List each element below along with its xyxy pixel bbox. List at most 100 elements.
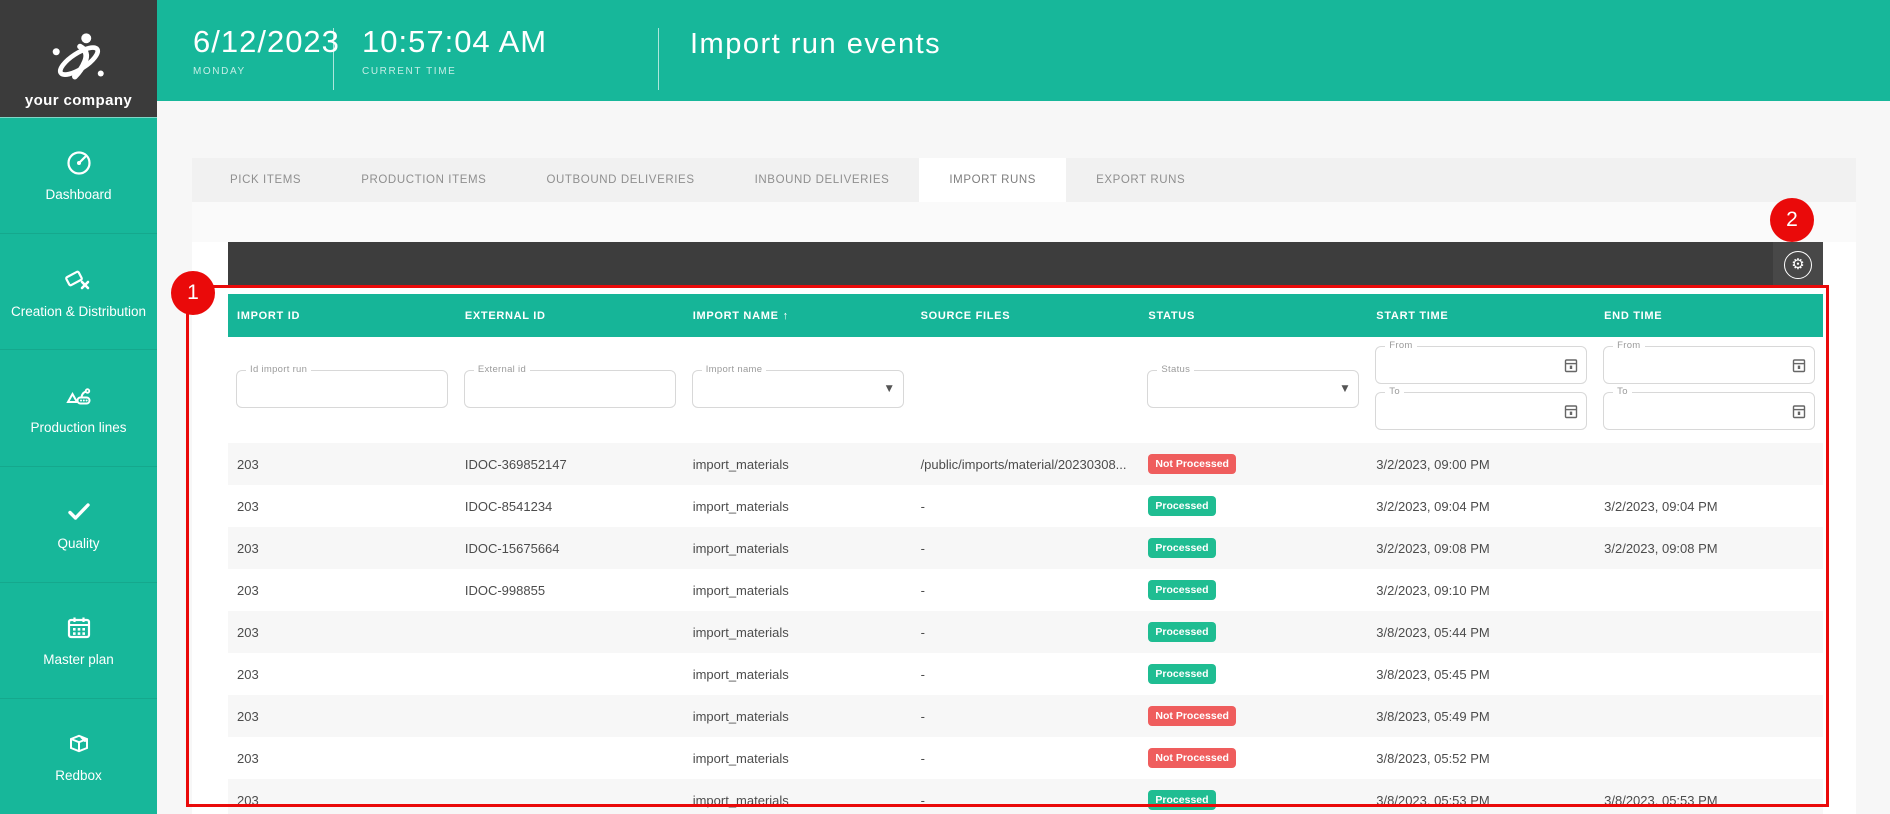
cell-import-name: import_materials xyxy=(684,667,912,682)
end-time-to-input[interactable] xyxy=(1604,393,1814,429)
cell-start-time: 3/2/2023, 09:08 PM xyxy=(1367,541,1595,556)
status-badge: Processed xyxy=(1148,538,1215,558)
table-body: 203IDOC-369852147import_materials/public… xyxy=(228,443,1823,814)
table-toolbar: ⚙ xyxy=(228,242,1823,287)
cell-status: Processed xyxy=(1139,580,1367,600)
column-header-start-time[interactable]: START TIME xyxy=(1367,310,1595,322)
cell-status: Not Processed xyxy=(1139,454,1367,474)
tab-outbound-deliveries[interactable]: OUTBOUND DELIVERIES xyxy=(516,158,724,202)
redbox-box-icon xyxy=(64,729,94,759)
tab-pick-items[interactable]: PICK ITEMS xyxy=(200,158,331,202)
column-header-import-name[interactable]: IMPORT NAME↑ xyxy=(684,310,912,322)
end-time-from-filter[interactable]: From xyxy=(1603,346,1815,384)
cell-status: Not Processed xyxy=(1139,748,1367,768)
sidebar-item-creation-distribution[interactable]: Creation & Distribution xyxy=(0,234,157,350)
header-separator xyxy=(333,28,334,90)
sidebar-item-redbox[interactable]: Redbox xyxy=(0,699,157,814)
start-time-to-filter[interactable]: To xyxy=(1375,392,1587,430)
tab-production-items[interactable]: PRODUCTION ITEMS xyxy=(331,158,516,202)
status-badge: Processed xyxy=(1148,664,1215,684)
calendar-icon[interactable] xyxy=(1792,403,1806,419)
calendar-icon[interactable] xyxy=(1564,403,1578,419)
sidebar-item-production-lines[interactable]: Production lines xyxy=(0,350,157,466)
cell-external-id: IDOC-8541234 xyxy=(456,499,684,514)
column-header-external-id[interactable]: EXTERNAL ID xyxy=(456,310,684,322)
status-badge: Processed xyxy=(1148,496,1215,516)
header-date-label: MONDAY xyxy=(193,66,340,77)
cell-start-time: 3/8/2023, 05:49 PM xyxy=(1367,709,1595,724)
cell-import-name: import_materials xyxy=(684,541,912,556)
end-time-to-filter[interactable]: To xyxy=(1603,392,1815,430)
cell-status: Not Processed xyxy=(1139,706,1367,726)
sidebar-item-label: Quality xyxy=(53,536,103,552)
end-time-from-input[interactable] xyxy=(1604,347,1814,383)
status-filter-select[interactable]: Status ▼ xyxy=(1147,370,1359,408)
import-id-filter-input[interactable] xyxy=(237,371,447,407)
cell-import-name: import_materials xyxy=(684,499,912,514)
start-time-to-input[interactable] xyxy=(1376,393,1586,429)
cell-end-time: 3/2/2023, 09:04 PM xyxy=(1595,499,1823,514)
tab-import-runs[interactable]: IMPORT RUNS xyxy=(919,158,1066,202)
filter-cell-status: Status ▼ xyxy=(1139,337,1367,443)
calendar-icon[interactable] xyxy=(1792,357,1806,373)
status-badge: Not Processed xyxy=(1148,706,1236,726)
table-row[interactable]: 203import_materials-Processed3/8/2023, 0… xyxy=(228,779,1823,814)
settings-button[interactable]: ⚙ xyxy=(1773,242,1823,287)
cell-source-files: - xyxy=(912,541,1140,556)
column-header-source-files[interactable]: SOURCE FILES xyxy=(912,310,1140,322)
header-time: 10:57:04 AM xyxy=(362,24,547,60)
table-row[interactable]: 203IDOC-15675664import_materials-Process… xyxy=(228,527,1823,569)
cell-status: Processed xyxy=(1139,790,1367,810)
app-window: 6/12/2023 MONDAY 10:57:04 AM CURRENT TIM… xyxy=(0,0,1890,814)
cell-start-time: 3/2/2023, 09:04 PM xyxy=(1367,499,1595,514)
filter-cell-end-time: From To xyxy=(1595,337,1823,443)
column-header-end-time[interactable]: END TIME xyxy=(1595,310,1823,322)
column-header-status[interactable]: STATUS xyxy=(1139,310,1367,322)
sidebar-item-dashboard[interactable]: Dashboard xyxy=(0,118,157,234)
tab-content-spacer xyxy=(192,202,1856,242)
sidebar-item-label: Production lines xyxy=(26,420,130,436)
production-lines-icon xyxy=(64,381,94,411)
cell-end-time: 3/8/2023, 05:53 PM xyxy=(1595,793,1823,808)
calendar-icon[interactable] xyxy=(1564,357,1578,373)
import-id-filter[interactable]: Id import run xyxy=(236,370,448,408)
cell-import-id: 203 xyxy=(228,709,456,724)
cell-import-id: 203 xyxy=(228,667,456,682)
tab-inbound-deliveries[interactable]: INBOUND DELIVERIES xyxy=(725,158,920,202)
tab-export-runs[interactable]: EXPORT RUNS xyxy=(1066,158,1215,202)
cell-import-id: 203 xyxy=(228,751,456,766)
external-id-filter-input[interactable] xyxy=(465,371,675,407)
sidebar-item-quality[interactable]: Quality xyxy=(0,467,157,583)
external-id-filter[interactable]: External id xyxy=(464,370,676,408)
cell-source-files: - xyxy=(912,499,1140,514)
import-name-filter-select[interactable]: Import name ▼ xyxy=(692,370,904,408)
cell-source-files: /public/imports/material/20230308... xyxy=(912,457,1140,472)
cell-external-id: IDOC-369852147 xyxy=(456,457,684,472)
cell-import-id: 203 xyxy=(228,583,456,598)
cell-import-id: 203 xyxy=(228,499,456,514)
column-header-import-id[interactable]: IMPORT ID xyxy=(228,310,456,322)
cell-status: Processed xyxy=(1139,664,1367,684)
status-filter-input[interactable] xyxy=(1148,371,1358,407)
table-row[interactable]: 203import_materials-Processed3/8/2023, 0… xyxy=(228,653,1823,695)
master-plan-calendar-icon xyxy=(64,613,94,643)
sort-asc-icon[interactable]: ↑ xyxy=(783,310,789,322)
table-row[interactable]: 203import_materials-Processed3/8/2023, 0… xyxy=(228,611,1823,653)
table-row[interactable]: 203IDOC-998855import_materials-Processed… xyxy=(228,569,1823,611)
table-filter-row: Id import run External id Import name ▼ … xyxy=(228,337,1823,443)
table-row[interactable]: 203import_materials-Not Processed3/8/202… xyxy=(228,695,1823,737)
import-name-filter-input[interactable] xyxy=(693,371,903,407)
table-row[interactable]: 203import_materials-Not Processed3/8/202… xyxy=(228,737,1823,779)
start-time-from-filter[interactable]: From xyxy=(1375,346,1587,384)
header-date: 6/12/2023 xyxy=(193,24,340,60)
gear-icon: ⚙ xyxy=(1784,251,1812,279)
sidebar-item-master-plan[interactable]: Master plan xyxy=(0,583,157,699)
company-logo-block[interactable]: your company xyxy=(0,0,157,117)
table-row[interactable]: 203IDOC-369852147import_materials/public… xyxy=(228,443,1823,485)
cell-source-files: - xyxy=(912,793,1140,808)
cell-import-id: 203 xyxy=(228,457,456,472)
table-header-row: IMPORT IDEXTERNAL IDIMPORT NAME↑SOURCE F… xyxy=(228,294,1823,337)
start-time-from-input[interactable] xyxy=(1376,347,1586,383)
table-row[interactable]: 203IDOC-8541234import_materials-Processe… xyxy=(228,485,1823,527)
cell-start-time: 3/2/2023, 09:00 PM xyxy=(1367,457,1595,472)
